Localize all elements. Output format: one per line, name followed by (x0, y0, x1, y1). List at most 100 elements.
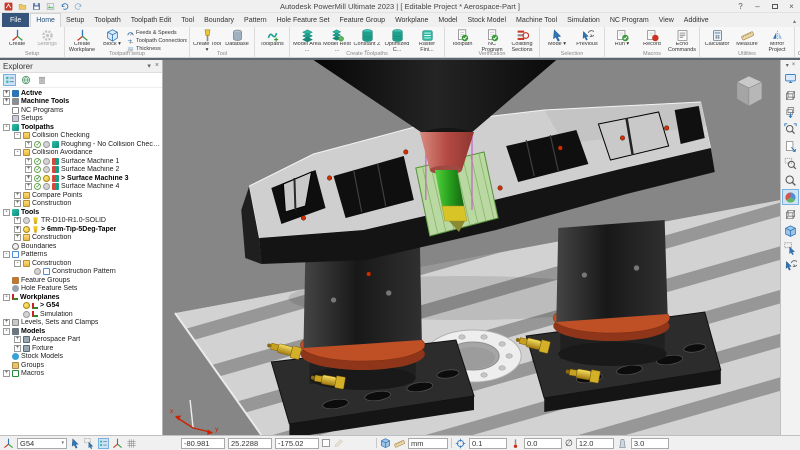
workplane-pick-icon[interactable] (112, 438, 123, 449)
tab-model[interactable]: Model (433, 13, 462, 27)
tab-nc-program[interactable]: NC Program (605, 13, 654, 27)
ribbon-button-toolpaths[interactable]: Toolpaths (257, 28, 287, 48)
tab-toolpath[interactable]: Toolpath (89, 13, 125, 27)
tree-item-6mm-tip-5deg-taper[interactable]: +> 6mm-Tip-5Deg-Taper (0, 225, 162, 234)
tree-item-boundaries[interactable]: +Boundaries (0, 242, 162, 251)
expander-icon[interactable]: + (25, 183, 32, 190)
tree-item-levels-sets-and-clamps[interactable]: +Levels, Sets and Clamps (0, 319, 162, 328)
coordinate-z-field[interactable]: -175.02 (275, 438, 319, 449)
block-update-icon[interactable] (380, 438, 391, 449)
ribbon-button-toolpath-connections[interactable]: Toolpath Connections (127, 37, 187, 45)
ribbon-button-optimized-c[interactable]: Optimized C... (382, 28, 412, 53)
ribbon-button-colliding-sections[interactable]: Colliding Sections (507, 28, 537, 53)
expander-icon[interactable]: - (14, 260, 21, 267)
tab-hole-feature-set[interactable]: Hole Feature Set (272, 13, 335, 27)
view-toolbar-collapse-icon[interactable]: ▾ (786, 62, 789, 69)
ribbon-button-measure[interactable]: Measure (732, 28, 762, 48)
drag-cursor-icon[interactable] (84, 438, 95, 449)
expander-icon[interactable]: - (14, 149, 21, 156)
tree-item-patterns[interactable]: -Patterns (0, 251, 162, 260)
select-box-button[interactable] (782, 240, 799, 256)
units-select[interactable]: mm (408, 438, 448, 449)
tree-item-construction[interactable]: +Construction (0, 200, 162, 209)
tree-item-stock-models[interactable]: +Stock Models (0, 353, 162, 362)
open-button[interactable] (17, 1, 28, 12)
tab-home[interactable]: Home (30, 13, 61, 27)
ribbon-button-create-workplane[interactable]: Create Workplane ▾ (67, 28, 97, 53)
scale-icon[interactable] (394, 438, 405, 449)
tree-item-surface-machine-1[interactable]: +Surface Machine 1 (0, 157, 162, 166)
collapse-ribbon-icon[interactable]: ▴ (793, 18, 796, 25)
expander-icon[interactable]: + (3, 98, 10, 105)
tab-boundary[interactable]: Boundary (199, 13, 239, 27)
grid-icon[interactable] (126, 438, 137, 449)
save-button[interactable] (31, 1, 42, 12)
tree-item-simulation[interactable]: +Simulation (0, 310, 162, 319)
app-logo-button[interactable] (3, 1, 14, 12)
view-cube-button[interactable] (782, 87, 799, 103)
expander-icon[interactable]: + (3, 90, 10, 97)
tab-workplane[interactable]: Workplane (390, 13, 433, 27)
tree-item-setups[interactable]: +Setups (0, 115, 162, 124)
view-iso-button[interactable] (782, 70, 799, 86)
expander-icon[interactable]: - (3, 124, 10, 131)
tree-item-aerospace-part[interactable]: +Aerospace Part (0, 336, 162, 345)
tree-item-macros[interactable]: +Macros (0, 370, 162, 379)
expander-icon[interactable]: + (14, 234, 21, 241)
ribbon-button-create[interactable]: Create (2, 28, 32, 48)
tip-radius-field[interactable]: 3.0 (631, 438, 669, 449)
expander-icon[interactable]: + (14, 217, 21, 224)
web-button[interactable] (19, 74, 32, 86)
tab-additive[interactable]: Additive (679, 13, 714, 27)
select-previous-button[interactable] (782, 257, 799, 273)
tree-item-nc-programs[interactable]: +NC Programs (0, 106, 162, 115)
tree-item-collision-avoidance[interactable]: -Collision Avoidance (0, 149, 162, 158)
tree-item-models[interactable]: -Models (0, 327, 162, 336)
ribbon-button-calculator[interactable]: Calculator (702, 28, 732, 48)
ribbon-button-toolpath[interactable]: Toolpath (447, 28, 477, 48)
expander-icon[interactable]: + (14, 192, 21, 199)
restore-button[interactable] (766, 0, 783, 12)
tree-item-collision-checking[interactable]: -Collision Checking (0, 132, 162, 141)
tab-file[interactable]: File (2, 13, 29, 27)
undo-button[interactable] (59, 1, 70, 12)
pick-cursor-icon[interactable] (70, 438, 81, 449)
view-top-button[interactable] (782, 104, 799, 120)
expander-icon[interactable]: + (14, 336, 21, 343)
tab-pattern[interactable]: Pattern (239, 13, 272, 27)
ribbon-button-create-tool[interactable]: Create Tool ▾ (192, 28, 222, 53)
ribbon-button-block[interactable]: Block ▾ (97, 28, 127, 48)
tree-item-roughing-no-collision-checking[interactable]: +Roughing - No Collision Checking (0, 140, 162, 149)
tree-item-tools[interactable]: -Tools (0, 208, 162, 217)
tab-toolpath-edit[interactable]: Toolpath Edit (126, 13, 176, 27)
ribbon-button-database[interactable]: Database (222, 28, 252, 48)
shaded-view-button[interactable] (782, 189, 799, 205)
expander-icon[interactable]: - (3, 328, 10, 335)
tree-item-workplanes[interactable]: -Workplanes (0, 293, 162, 302)
tree-item-fixture[interactable]: +Fixture (0, 344, 162, 353)
expander-icon[interactable]: + (14, 226, 21, 233)
expander-icon[interactable]: - (3, 294, 10, 301)
tree-item-feature-groups[interactable]: +Feature Groups (0, 276, 162, 285)
resize-page-button[interactable] (782, 138, 799, 154)
block-button[interactable] (782, 223, 799, 239)
coordinate-x-field[interactable]: -80.981 (181, 438, 225, 449)
explorer-close-icon[interactable]: × (155, 62, 159, 70)
coordinate-y-field[interactable]: 25.2288 (228, 438, 272, 449)
delete-button[interactable] (35, 74, 48, 86)
expander-icon[interactable]: - (14, 132, 21, 139)
tree-item-construction-pattern[interactable]: +Construction Pattern (0, 268, 162, 277)
tree-item-hole-feature-sets[interactable]: +Hole Feature Sets (0, 285, 162, 294)
expander-icon[interactable]: + (25, 141, 32, 148)
expander-icon[interactable]: + (25, 166, 32, 173)
capture-button[interactable] (45, 1, 56, 12)
toolpath-list-button[interactable] (3, 74, 16, 86)
expander-icon[interactable]: - (3, 251, 10, 258)
tolerance-field[interactable]: 0.1 (469, 438, 507, 449)
tab-machine-tool[interactable]: Machine Tool (511, 13, 562, 27)
ribbon-button-model-rest[interactable]: Model Rest ... (322, 28, 352, 53)
tree-item-construction[interactable]: +Construction (0, 234, 162, 243)
tree-item-compare-points[interactable]: +Compare Points (0, 191, 162, 200)
ribbon-button-model-area[interactable]: Model Area ... (292, 28, 322, 53)
zoom-button[interactable] (782, 172, 799, 188)
